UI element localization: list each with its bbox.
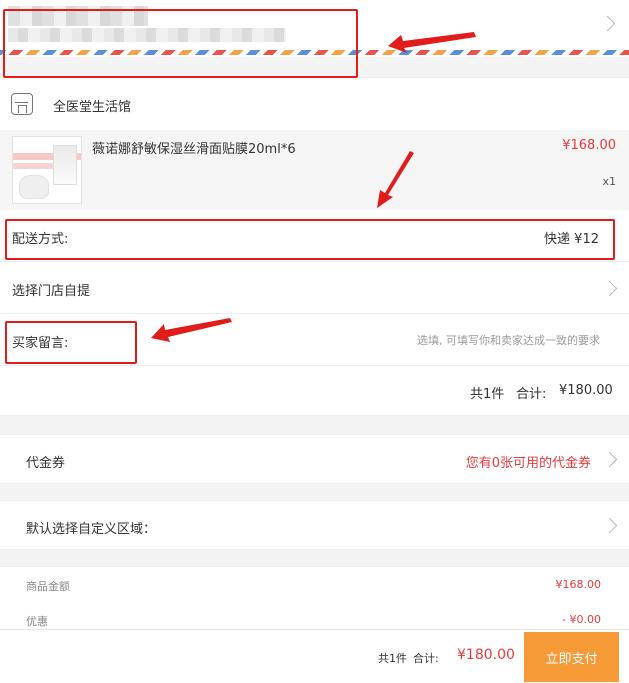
product-thumbnail[interactable]	[12, 136, 82, 204]
custom-area-row[interactable]: 默认选择自定义区域：	[0, 500, 629, 550]
bottom-pay-bar: 共1件 合计: ¥180.00 立即支付	[0, 629, 629, 683]
discount-label: 优惠	[26, 615, 48, 628]
subtotal-amount: ¥180.00	[559, 383, 613, 398]
product-quantity: x1	[602, 175, 616, 188]
annotation-box-address	[3, 9, 358, 78]
goods-amount-label: 商品金额	[26, 580, 70, 593]
pickup-label: 选择门店自提	[12, 284, 91, 299]
bottom-total-label: 合计:	[413, 652, 439, 665]
store-row: 全医堂生活馆	[0, 77, 629, 130]
pay-now-button[interactable]: 立即支付	[524, 632, 619, 682]
goods-amount-value: ¥168.00	[555, 578, 602, 591]
product-title[interactable]: 薇诺娜舒敏保湿丝滑面贴膜20ml*6	[92, 138, 296, 157]
product-item[interactable]: 薇诺娜舒敏保湿丝滑面贴膜20ml*6 ¥168.00 x1	[0, 130, 629, 210]
coupon-row[interactable]: 代金券 您有0张可用的代金券	[0, 434, 629, 484]
chevron-right-icon[interactable]	[601, 517, 618, 534]
store-pickup-row[interactable]: 选择门店自提	[0, 262, 629, 314]
annotation-box-message	[5, 321, 137, 364]
chevron-right-icon[interactable]	[601, 280, 618, 297]
subtotal-label: 合计:	[516, 387, 547, 402]
checkout-page: 全医堂生活馆 薇诺娜舒敏保湿丝滑面贴膜20ml*6 ¥168.00 x1 配送方…	[0, 0, 629, 683]
custom-area-label: 默认选择自定义区域：	[26, 522, 157, 537]
store-name: 全医堂生活馆	[53, 100, 132, 115]
chevron-right-icon[interactable]	[601, 451, 618, 468]
subtotal-row: 共1件 合计: ¥180.00	[0, 366, 629, 416]
discount-value: - ¥0.00	[562, 613, 601, 626]
message-input[interactable]	[200, 330, 600, 350]
product-price: ¥168.00	[562, 138, 616, 153]
chevron-right-icon[interactable]	[599, 15, 616, 32]
annotation-box-shipping	[5, 219, 615, 260]
store-icon	[11, 93, 33, 115]
coupon-value: 您有0张可用的代金券	[465, 456, 591, 471]
bottom-count: 共1件	[378, 652, 407, 665]
subtotal-count: 共1件	[470, 387, 505, 402]
coupon-label: 代金券	[26, 456, 66, 471]
bottom-total: ¥180.00	[457, 647, 515, 663]
